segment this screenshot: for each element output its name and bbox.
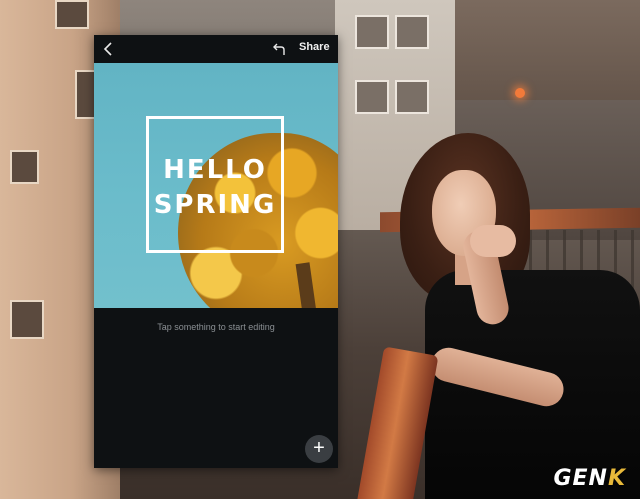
app-screen: Share HELLO SPRING Tap something to star… xyxy=(94,35,338,468)
window xyxy=(55,0,89,29)
undo-button[interactable] xyxy=(271,40,289,58)
street-light xyxy=(515,88,525,98)
undo-icon xyxy=(273,43,285,55)
watermark-text: GEN xyxy=(553,466,608,491)
design-canvas[interactable]: HELLO SPRING xyxy=(94,63,338,308)
share-button[interactable]: Share xyxy=(299,41,330,53)
window xyxy=(10,300,44,339)
editing-hint: Tap something to start editing xyxy=(157,322,275,332)
top-toolbar: Share xyxy=(94,35,338,63)
plus-icon: + xyxy=(313,437,325,459)
window xyxy=(355,15,389,49)
title-text-hello[interactable]: HELLO xyxy=(146,155,284,185)
window xyxy=(395,80,429,114)
back-button[interactable] xyxy=(100,40,118,58)
woman-hand xyxy=(470,225,516,257)
watermark-accent: K xyxy=(607,466,626,491)
window xyxy=(355,80,389,114)
window xyxy=(10,150,39,184)
chevron-left-icon xyxy=(103,42,112,56)
genk-watermark-logo: GENK xyxy=(553,466,626,491)
window xyxy=(395,15,429,49)
title-text-spring[interactable]: SPRING xyxy=(146,190,284,220)
add-element-button[interactable]: + xyxy=(305,435,333,463)
